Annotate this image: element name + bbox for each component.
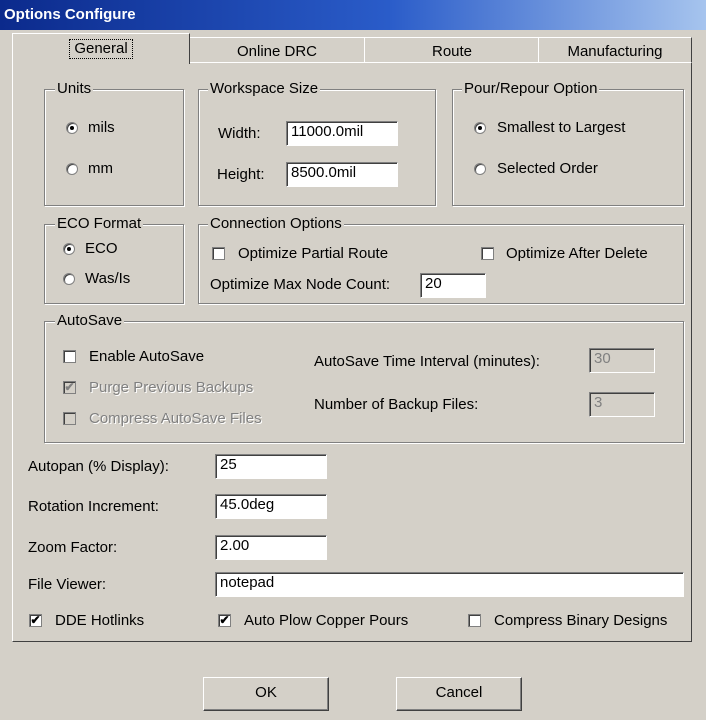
tab-label: Online DRC (236, 43, 318, 60)
connection-legend: Connection Options (208, 215, 344, 232)
dde-hotlinks-label: DDE Hotlinks (55, 612, 145, 629)
pour-repour-group (452, 89, 684, 206)
mils-label: mils (88, 119, 115, 136)
compress-autosave-label: Compress AutoSave Files (89, 410, 262, 427)
dde-hotlinks-checkbox[interactable]: ✔ (29, 614, 42, 627)
compress-autosave-checkbox[interactable] (63, 412, 76, 425)
optimize-partial-route-label: Optimize Partial Route (238, 245, 389, 262)
workspace-legend: Workspace Size (208, 80, 321, 97)
height-input[interactable]: 8500.0mil (286, 162, 398, 187)
autopan-input[interactable]: 25 (215, 454, 327, 479)
units-group (44, 89, 184, 206)
compress-binary-label: Compress Binary Designs (494, 612, 668, 629)
max-node-count-label: Optimize Max Node Count: (210, 276, 391, 293)
tab-label: Manufacturing (567, 43, 663, 60)
eco-label: ECO (85, 240, 118, 257)
was-is-label: Was/Is (85, 270, 131, 287)
file-viewer-label: File Viewer: (28, 576, 107, 593)
width-label: Width: (218, 125, 261, 142)
auto-plow-label: Auto Plow Copper Pours (244, 612, 409, 629)
tab-route[interactable]: Route (364, 37, 540, 64)
tab-label: Route (431, 43, 473, 60)
backup-files-label: Number of Backup Files: (314, 396, 479, 413)
autopan-label: Autopan (% Display): (28, 458, 169, 475)
mm-radio[interactable] (66, 163, 78, 175)
optimize-after-delete-label: Optimize After Delete (506, 245, 648, 262)
compress-binary-checkbox[interactable] (468, 614, 481, 627)
was-is-radio[interactable] (63, 273, 75, 285)
tab-online-drc[interactable]: Online DRC (188, 37, 366, 64)
rotation-increment-label: Rotation Increment: (28, 498, 159, 515)
optimize-partial-route-checkbox[interactable] (212, 247, 225, 260)
autosave-interval-label: AutoSave Time Interval (minutes): (314, 353, 540, 370)
eco-format-group (44, 224, 184, 304)
smallest-to-largest-label: Smallest to Largest (497, 119, 626, 136)
rotation-increment-input[interactable]: 45.0deg (215, 494, 327, 519)
tab-general[interactable]: General (12, 33, 190, 64)
selected-order-label: Selected Order (497, 160, 598, 177)
tab-label: General (69, 39, 133, 59)
height-label: Height: (217, 166, 265, 183)
zoom-factor-label: Zoom Factor: (28, 539, 118, 556)
purge-backups-checkbox[interactable]: ✔ (63, 381, 76, 394)
tab-manufacturing[interactable]: Manufacturing (538, 37, 692, 64)
title-bar: Options Configure (0, 0, 706, 30)
mm-label: mm (88, 160, 113, 177)
autosave-legend: AutoSave (55, 312, 125, 329)
auto-plow-checkbox[interactable]: ✔ (218, 614, 231, 627)
ok-button[interactable]: OK (203, 677, 329, 711)
file-viewer-input[interactable]: notepad (215, 572, 684, 597)
mils-radio[interactable] (66, 122, 78, 134)
width-input[interactable]: 11000.0mil (286, 121, 398, 146)
autosave-interval-input[interactable]: 30 (589, 348, 655, 373)
max-node-count-input[interactable]: 20 (420, 273, 486, 298)
pour-legend: Pour/Repour Option (462, 80, 600, 97)
cancel-button[interactable]: Cancel (396, 677, 522, 711)
zoom-factor-input[interactable]: 2.00 (215, 535, 327, 560)
backup-files-input[interactable]: 3 (589, 392, 655, 417)
enable-autosave-label: Enable AutoSave (89, 348, 205, 365)
purge-backups-label: Purge Previous Backups (89, 379, 254, 396)
workspace-size-group (198, 89, 436, 206)
eco-legend: ECO Format (55, 215, 144, 232)
optimize-after-delete-checkbox[interactable] (481, 247, 494, 260)
smallest-to-largest-radio[interactable] (474, 122, 486, 134)
units-legend: Units (55, 80, 94, 97)
enable-autosave-checkbox[interactable] (63, 350, 76, 363)
eco-radio[interactable] (63, 243, 75, 255)
selected-order-radio[interactable] (474, 163, 486, 175)
window-title: Options Configure (4, 6, 136, 23)
